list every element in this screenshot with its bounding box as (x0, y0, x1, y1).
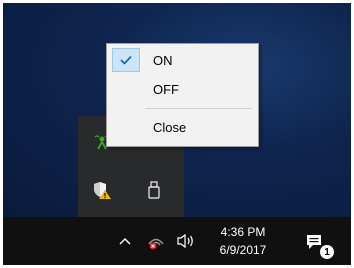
context-menu: ON OFF Close (106, 43, 259, 147)
clock-time: 4:36 PM (220, 225, 266, 239)
screenshot-frame: ON OFF Close 4:36 PM 6/9/2017 1 (0, 0, 354, 268)
network-disconnected-icon[interactable] (146, 231, 166, 251)
menu-item-label: ON (153, 52, 173, 68)
taskbar-clock[interactable]: 4:36 PM 6/9/2017 (211, 223, 275, 259)
clock-date: 6/9/2017 (219, 243, 267, 257)
menu-item-close[interactable]: Close (109, 114, 257, 140)
chevron-up-icon[interactable] (117, 233, 133, 249)
security-shield-warning-icon[interactable] (90, 178, 114, 202)
menu-separator (145, 108, 252, 109)
menu-item-off[interactable]: OFF (109, 76, 257, 102)
speaker-icon[interactable] (175, 231, 197, 251)
menu-item-on[interactable]: ON (109, 47, 257, 73)
checkmark-icon (112, 48, 140, 72)
menu-item-label: OFF (153, 81, 179, 97)
menu-item-label: Close (153, 119, 187, 135)
usb-eject-icon[interactable] (142, 178, 166, 202)
desktop-background: ON OFF Close (3, 3, 351, 217)
notification-count-badge: 1 (320, 245, 334, 259)
taskbar: 4:36 PM 6/9/2017 1 (3, 217, 351, 265)
